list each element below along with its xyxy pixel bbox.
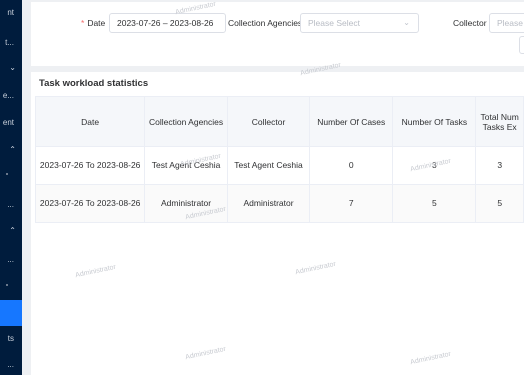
cell-tasks: 5 bbox=[392, 184, 477, 223]
sidebar-item-9[interactable]: ... bbox=[0, 255, 22, 267]
cell-cases: 7 bbox=[309, 184, 394, 223]
date-label: * Date bbox=[81, 18, 106, 28]
table-header-row: Date Collection Agencies Collector Numbe… bbox=[34, 96, 524, 147]
chevron-up-icon: ⌃ bbox=[9, 145, 16, 154]
chevron-up-icon: ⌃ bbox=[9, 226, 16, 235]
column-header-tasks[interactable]: Number Of Tasks bbox=[392, 96, 477, 147]
sidebar-item-label: ... bbox=[7, 200, 14, 209]
column-header-cases[interactable]: Number Of Cases bbox=[309, 96, 394, 147]
agencies-placeholder: Please Select bbox=[308, 18, 360, 28]
cell-collector: Administrator bbox=[226, 184, 311, 223]
cell-total-tasks: 3 bbox=[475, 146, 524, 185]
table-row[interactable]: 2023-07-26 To 2023-08-26 Administrator A… bbox=[34, 184, 524, 223]
sidebar-item-7[interactable]: ... bbox=[0, 200, 22, 212]
sidebar-item-label: ent bbox=[2, 118, 14, 127]
filter-panel: * Date 2023-07-26 – 2023-08-26 Collection… bbox=[31, 2, 524, 66]
collector-label: Collector bbox=[453, 18, 487, 28]
table-row[interactable]: 2023-07-26 To 2023-08-26 Test Agent Cesh… bbox=[34, 146, 524, 185]
cell-cases: 0 bbox=[309, 146, 394, 185]
sidebar-item-active[interactable] bbox=[0, 300, 22, 326]
sidebar-item-label: t... bbox=[5, 38, 14, 47]
required-mark: * bbox=[81, 18, 85, 28]
sidebar-item-11[interactable]: ts bbox=[0, 334, 22, 346]
cell-date: 2023-07-26 To 2023-08-26 bbox=[34, 184, 146, 223]
sidebar-item-4[interactable]: ent bbox=[0, 118, 22, 130]
sidebar-item-5[interactable]: ⌃ bbox=[0, 145, 22, 157]
cell-collector: Test Agent Ceshia bbox=[226, 146, 311, 185]
sidebar-item-2[interactable]: ⌄ bbox=[0, 63, 22, 75]
sidebar-item-label: nt bbox=[7, 8, 14, 17]
agencies-select[interactable]: Please Select ⌄ bbox=[300, 13, 419, 33]
filter-action-button[interactable] bbox=[519, 36, 524, 54]
sidebar-bullet bbox=[6, 284, 8, 286]
sidebar-item-1[interactable]: t... bbox=[0, 38, 22, 50]
column-header-collector[interactable]: Collector bbox=[226, 96, 311, 147]
sidebar-item-3[interactable]: e... bbox=[0, 91, 22, 103]
collector-placeholder: Please bbox=[497, 18, 523, 28]
sidebar-item-label: e... bbox=[2, 91, 14, 100]
cell-total-tasks: 5 bbox=[475, 184, 524, 223]
workload-table-card: Task workload statistics Date Collection… bbox=[31, 72, 524, 375]
chevron-down-icon: ⌄ bbox=[9, 63, 16, 72]
sidebar-item-label: ... bbox=[7, 360, 14, 369]
chevron-down-icon: ⌄ bbox=[403, 18, 410, 27]
sidebar: nt t... ⌄ e... ent ⌃ ... ⌃ ... ts ... bbox=[0, 0, 22, 375]
table-title: Task workload statistics bbox=[39, 78, 149, 89]
sidebar-bullet bbox=[6, 173, 8, 175]
column-header-date[interactable]: Date bbox=[34, 96, 146, 147]
column-header-agencies[interactable]: Collection Agencies bbox=[144, 96, 228, 147]
collector-select[interactable]: Please bbox=[489, 13, 524, 33]
agencies-label: Collection Agencies bbox=[228, 18, 303, 28]
date-range-picker[interactable]: 2023-07-26 – 2023-08-26 bbox=[109, 13, 226, 33]
sidebar-item-0[interactable]: nt bbox=[0, 8, 22, 20]
sidebar-item-label: ... bbox=[7, 255, 14, 264]
cell-date: 2023-07-26 To 2023-08-26 bbox=[34, 146, 146, 185]
sidebar-item-label: ts bbox=[7, 334, 14, 343]
sidebar-item-12[interactable]: ... bbox=[0, 360, 22, 372]
sidebar-item-8[interactable]: ⌃ bbox=[0, 226, 22, 238]
column-header-total-tasks[interactable]: Total Num Tasks Ex bbox=[475, 96, 524, 147]
workload-table: Date Collection Agencies Collector Numbe… bbox=[34, 96, 524, 223]
